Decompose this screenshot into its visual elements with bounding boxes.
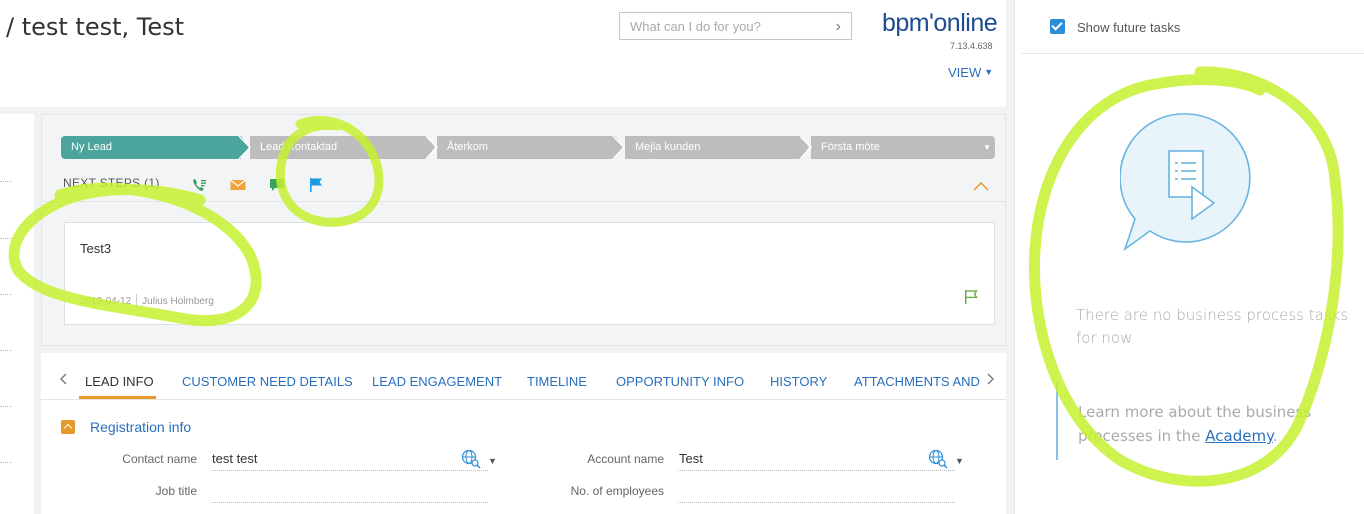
tab-timeline[interactable]: TIMELINE [527,374,587,389]
stage-forsta-mote[interactable]: Första möte [811,136,995,159]
tab-lead-info[interactable]: LEAD INFO [85,374,154,389]
account-name-label: Account name [587,452,664,466]
collapse-icon[interactable] [61,420,75,434]
stage-separators [238,136,438,159]
show-future-tasks-checkbox[interactable] [1050,19,1065,34]
tabs-panel: LEAD INFO CUSTOMER NEED DETAILS LEAD ENG… [41,353,1006,514]
chevron-right-icon[interactable]: › [836,18,841,36]
globe-search-icon[interactable] [461,449,481,469]
tab-history[interactable]: HISTORY [770,374,827,389]
divider [0,462,12,463]
divider [1021,53,1364,54]
view-button[interactable]: VIEW ▼ [948,65,993,80]
academy-link[interactable]: Academy [1205,427,1273,445]
view-button-label: VIEW [948,65,982,80]
tab-customer-need-details[interactable]: CUSTOMER NEED DETAILS [182,374,353,389]
tabs-row: LEAD INFO CUSTOMER NEED DETAILS LEAD ENG… [41,353,1006,400]
stage-aterkom[interactable]: Återkom [437,136,615,159]
tab-opportunity-info[interactable]: OPPORTUNITY INFO [616,374,744,389]
tab-attachments-and-notes[interactable]: ATTACHMENTS AND NOTES [854,374,982,389]
task-card[interactable]: Test3 2019-04-12 Julius Holmberg [64,222,995,325]
caret-down-icon[interactable]: ▼ [488,456,497,466]
chevron-right-icon[interactable] [987,372,995,388]
registration-group-title[interactable]: Registration info [90,419,191,435]
chat-icon[interactable] [269,177,285,193]
call-icon[interactable] [191,177,207,193]
left-panel [0,114,34,514]
stage-arrow [615,136,623,158]
process-tasks-illustration-icon [1120,113,1251,252]
email-icon[interactable] [230,177,246,193]
job-title-label: Job title [155,484,197,498]
search-input[interactable] [620,13,820,39]
divider [41,201,1006,202]
page-title: / test test, Test [6,13,185,41]
divider [0,406,12,407]
stage-mejla-kunden[interactable]: Mejla kunden [625,136,802,159]
chevron-up-icon[interactable] [973,180,989,194]
page-header: / test test, Test › bpm'online 7.13.4.63… [0,0,1006,107]
globe-search-icon[interactable] [928,449,948,469]
stage-bar: Ny Lead Lead Kontaktad Återkom Mejla kun… [61,136,995,159]
task-date: 2019-04-12 [80,296,132,307]
caret-down-icon[interactable]: ▼ [983,136,991,159]
no-tasks-message: There are no business process tasks for … [1076,306,1349,347]
divider [0,238,12,239]
job-title-field[interactable] [211,481,488,503]
flag-icon[interactable] [964,289,978,305]
caret-down-icon: ▼ [984,67,994,77]
stage-arrow [801,136,809,158]
version-label: 7.13.4.638 [950,41,993,51]
active-tab-indicator [79,396,156,399]
caret-down-icon[interactable]: ▼ [955,456,964,466]
task-meta: 2019-04-12 Julius Holmberg [80,294,214,307]
contact-name-field[interactable]: test test [211,449,488,471]
divider [0,350,12,351]
contact-name-label: Contact name [122,452,197,466]
chevron-left-icon[interactable] [59,372,67,388]
show-future-tasks-label[interactable]: Show future tasks [1077,20,1180,35]
tab-attachments-clip: ATTACHMENTS AND NOTES [854,374,982,392]
task-owner: Julius Holmberg [142,296,214,307]
academy-suffix: . [1272,427,1278,445]
command-line[interactable]: › [619,12,852,40]
flag-icon[interactable] [308,177,324,193]
account-name-field[interactable]: Test [678,449,955,471]
academy-hint: Learn more about the business processes … [1078,400,1358,448]
logo: bpm'online [882,9,998,37]
tab-lead-engagement[interactable]: LEAD ENGAGEMENT [372,374,502,389]
divider [0,294,12,295]
employees-label: No. of employees [570,484,664,498]
next-steps-label: NEXT STEPS (1) [63,176,160,190]
divider [0,181,12,182]
stage-ny-lead[interactable]: Ny Lead [61,136,241,159]
task-title[interactable]: Test3 [80,241,111,256]
academy-bar [1056,382,1058,460]
employees-field[interactable] [678,481,955,503]
